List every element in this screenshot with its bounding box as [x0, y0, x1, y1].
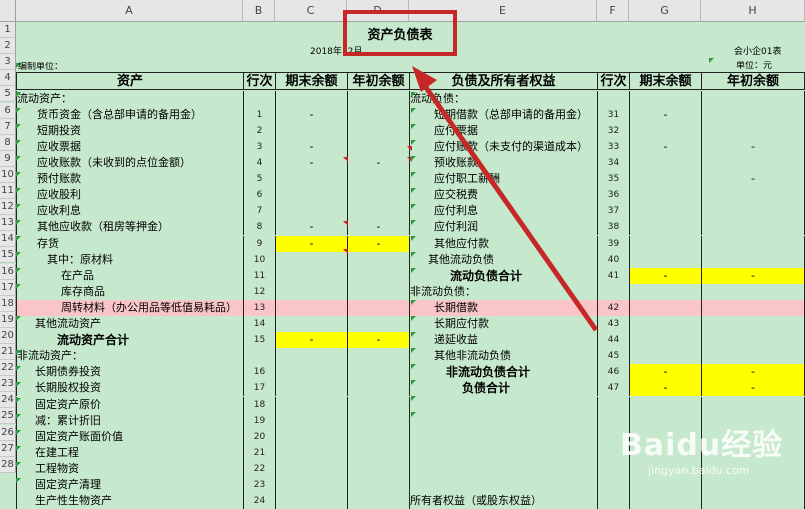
spreadsheet[interactable]: ABCDEFGH 1 2 3 4 5 6 7 8 9 10 11 12 13 14 15 16 17 18 19 20…: [0, 0, 805, 509]
watermark-url: jingyan.baidu.com: [648, 464, 750, 477]
arrow-shaft: [422, 84, 599, 332]
baidu-watermark: Baidu经验 jingyan.baidu.com: [620, 420, 783, 477]
watermark-brand: Baidu经验: [620, 428, 784, 463]
arrow-head: [412, 66, 437, 92]
